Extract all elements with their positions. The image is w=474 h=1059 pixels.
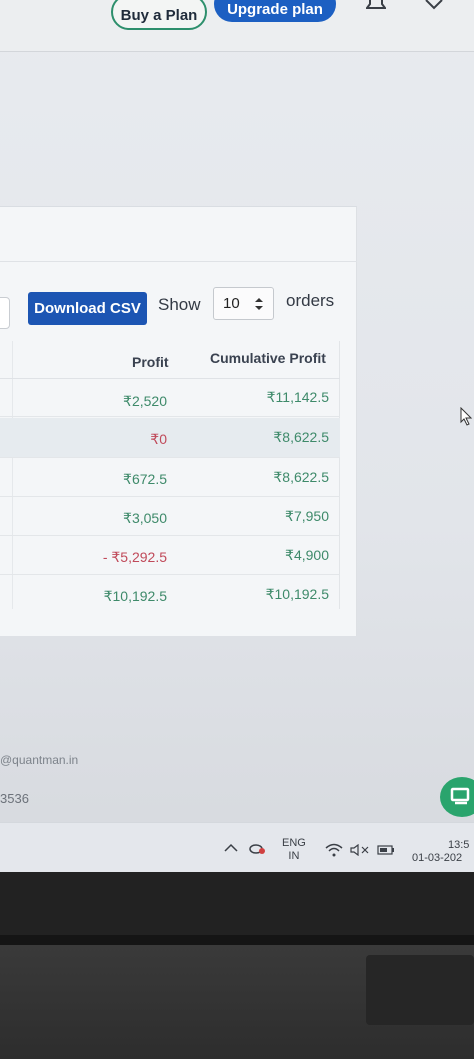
cumulative-profit-cell: ₹10,192.5 xyxy=(265,586,329,602)
sort-stepper-icon xyxy=(255,298,263,310)
language-code: ENG xyxy=(282,837,306,849)
wifi-icon[interactable] xyxy=(325,843,343,857)
buy-plan-button[interactable]: Buy a Plan xyxy=(111,0,207,30)
volume-muted-icon[interactable] xyxy=(350,844,370,856)
top-bar: Buy a Plan Upgrade plan xyxy=(0,0,474,52)
cumulative-profit-cell: ₹8,622.5 xyxy=(273,469,329,485)
profit-cell: ₹672.5 xyxy=(123,471,167,487)
page-size-value: 10 xyxy=(223,295,240,312)
chat-button[interactable] xyxy=(440,777,474,817)
cumulative-profit-cell: ₹4,900 xyxy=(285,547,329,563)
chat-icon xyxy=(450,787,470,805)
table-row: ₹10,192.5 ₹10,192.5 xyxy=(0,576,340,614)
laptop-hinge xyxy=(0,935,474,945)
bell-icon[interactable] xyxy=(366,0,386,12)
clock-time: 13:5 xyxy=(448,839,470,851)
table-row: ₹2,520 ₹11,142.5 xyxy=(0,379,340,417)
profit-cell: ₹2,520 xyxy=(123,393,167,409)
profit-cell: ₹0 xyxy=(150,431,167,447)
profit-cell: - ₹5,292.5 xyxy=(102,549,167,565)
region-code: IN xyxy=(288,850,300,862)
show-label: Show xyxy=(158,295,201,314)
settings-icon[interactable] xyxy=(424,0,444,12)
footer-email[interactable]: @quantman.in xyxy=(0,753,78,767)
column-header-profit: Profit xyxy=(132,354,169,370)
language-indicator[interactable]: ENG IN xyxy=(282,837,306,863)
cumulative-profit-cell: ₹11,142.5 xyxy=(266,389,329,405)
clock[interactable]: 13:5 01-03-202 xyxy=(412,839,469,865)
profit-cell: ₹10,192.5 xyxy=(103,588,167,604)
cumulative-profit-cell: ₹7,950 xyxy=(285,508,329,524)
orders-card: Download CSV Show 10 orders Profit Cumul… xyxy=(0,206,357,636)
clock-date: 01-03-202 xyxy=(412,852,463,864)
upgrade-plan-button[interactable]: Upgrade plan xyxy=(214,0,336,22)
footer-number: 3536 xyxy=(0,791,29,806)
laptop-base-recess xyxy=(366,955,474,1025)
screen: Buy a Plan Upgrade plan Download CSV Sho… xyxy=(0,0,474,872)
mouse-cursor-icon xyxy=(460,407,473,426)
table-row: - ₹5,292.5 ₹4,900 xyxy=(0,537,340,575)
table-row: ₹0 ₹8,622.5 xyxy=(0,418,340,458)
onedrive-icon[interactable] xyxy=(248,841,266,855)
filter-input[interactable] xyxy=(0,297,10,329)
table-row: ₹3,050 ₹7,950 xyxy=(0,498,340,536)
chevron-up-icon[interactable] xyxy=(224,843,238,853)
download-csv-button[interactable]: Download CSV xyxy=(28,292,147,325)
orders-table: Profit Cumulative Profit ₹2,520 ₹11,142.… xyxy=(0,341,340,609)
taskbar: ENG IN 13:5 01-03-202 xyxy=(0,822,474,872)
battery-icon[interactable] xyxy=(377,845,395,855)
cumulative-profit-cell: ₹8,622.5 xyxy=(273,429,329,445)
table-row: ₹672.5 ₹8,622.5 xyxy=(0,459,340,497)
column-header-cumulative-profit: Cumulative Profit xyxy=(210,350,326,366)
orders-label: orders xyxy=(286,291,335,310)
page-size-select[interactable]: 10 xyxy=(213,287,274,320)
profit-cell: ₹3,050 xyxy=(123,510,167,526)
card-divider xyxy=(0,261,357,262)
